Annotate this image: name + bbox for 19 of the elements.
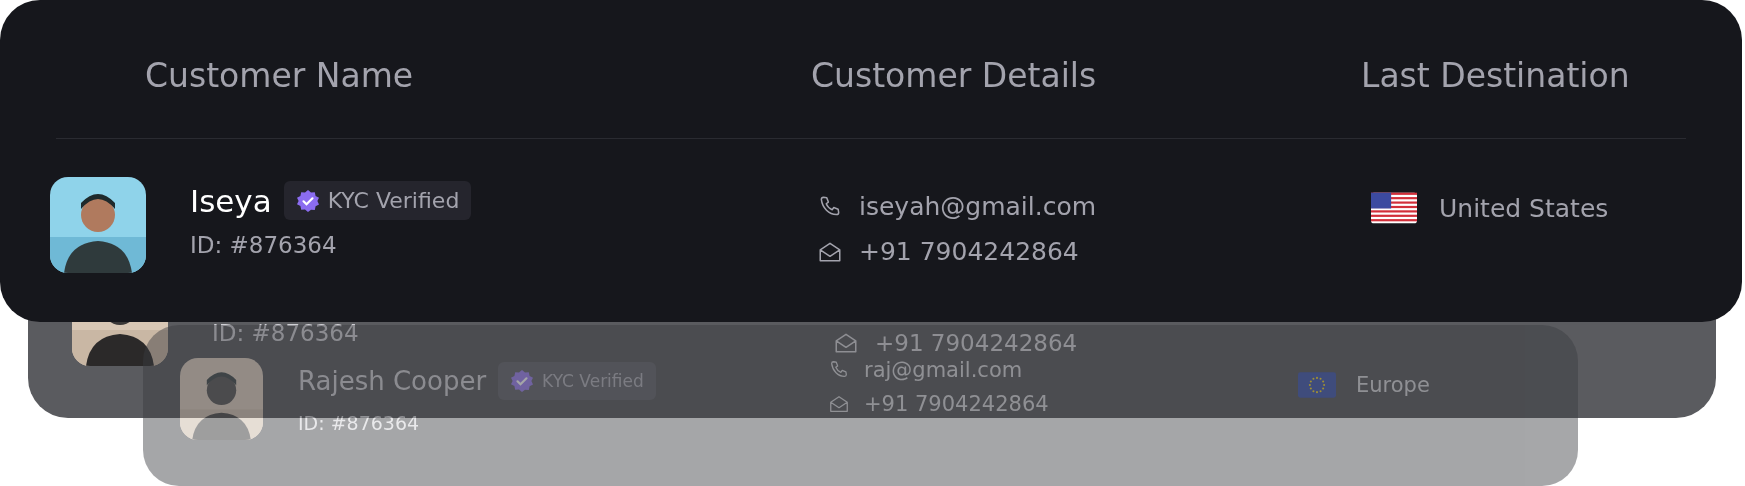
customer-id: ID: #876364 xyxy=(298,412,421,434)
envelope-icon xyxy=(828,393,850,415)
phone-text: +91 7904242864 xyxy=(875,330,1078,356)
phone-text: +91 7904242864 xyxy=(859,237,1079,266)
column-header: Last Destination xyxy=(1361,54,1630,95)
destination-text: United States xyxy=(1439,193,1609,223)
column-header: Customer Details xyxy=(811,54,1098,95)
column-header: Customer Name xyxy=(145,54,415,95)
flag-icon xyxy=(1371,192,1417,224)
customer-id: ID: #876364 xyxy=(190,232,338,258)
email-text: raj@gmail.com xyxy=(864,358,1023,382)
customer-id: ID: #876364 xyxy=(212,320,359,346)
kyc-badge: KYC Verified xyxy=(283,181,472,220)
email-text: iseyah@gmail.com xyxy=(859,192,1097,221)
customer-name: Iseya xyxy=(190,182,272,219)
destination-text: Europe xyxy=(1356,373,1430,397)
flag-icon xyxy=(1298,370,1336,400)
customer-name: Rajesh Cooper xyxy=(298,366,487,396)
phone-text: +91 7904242864 xyxy=(864,392,1049,416)
